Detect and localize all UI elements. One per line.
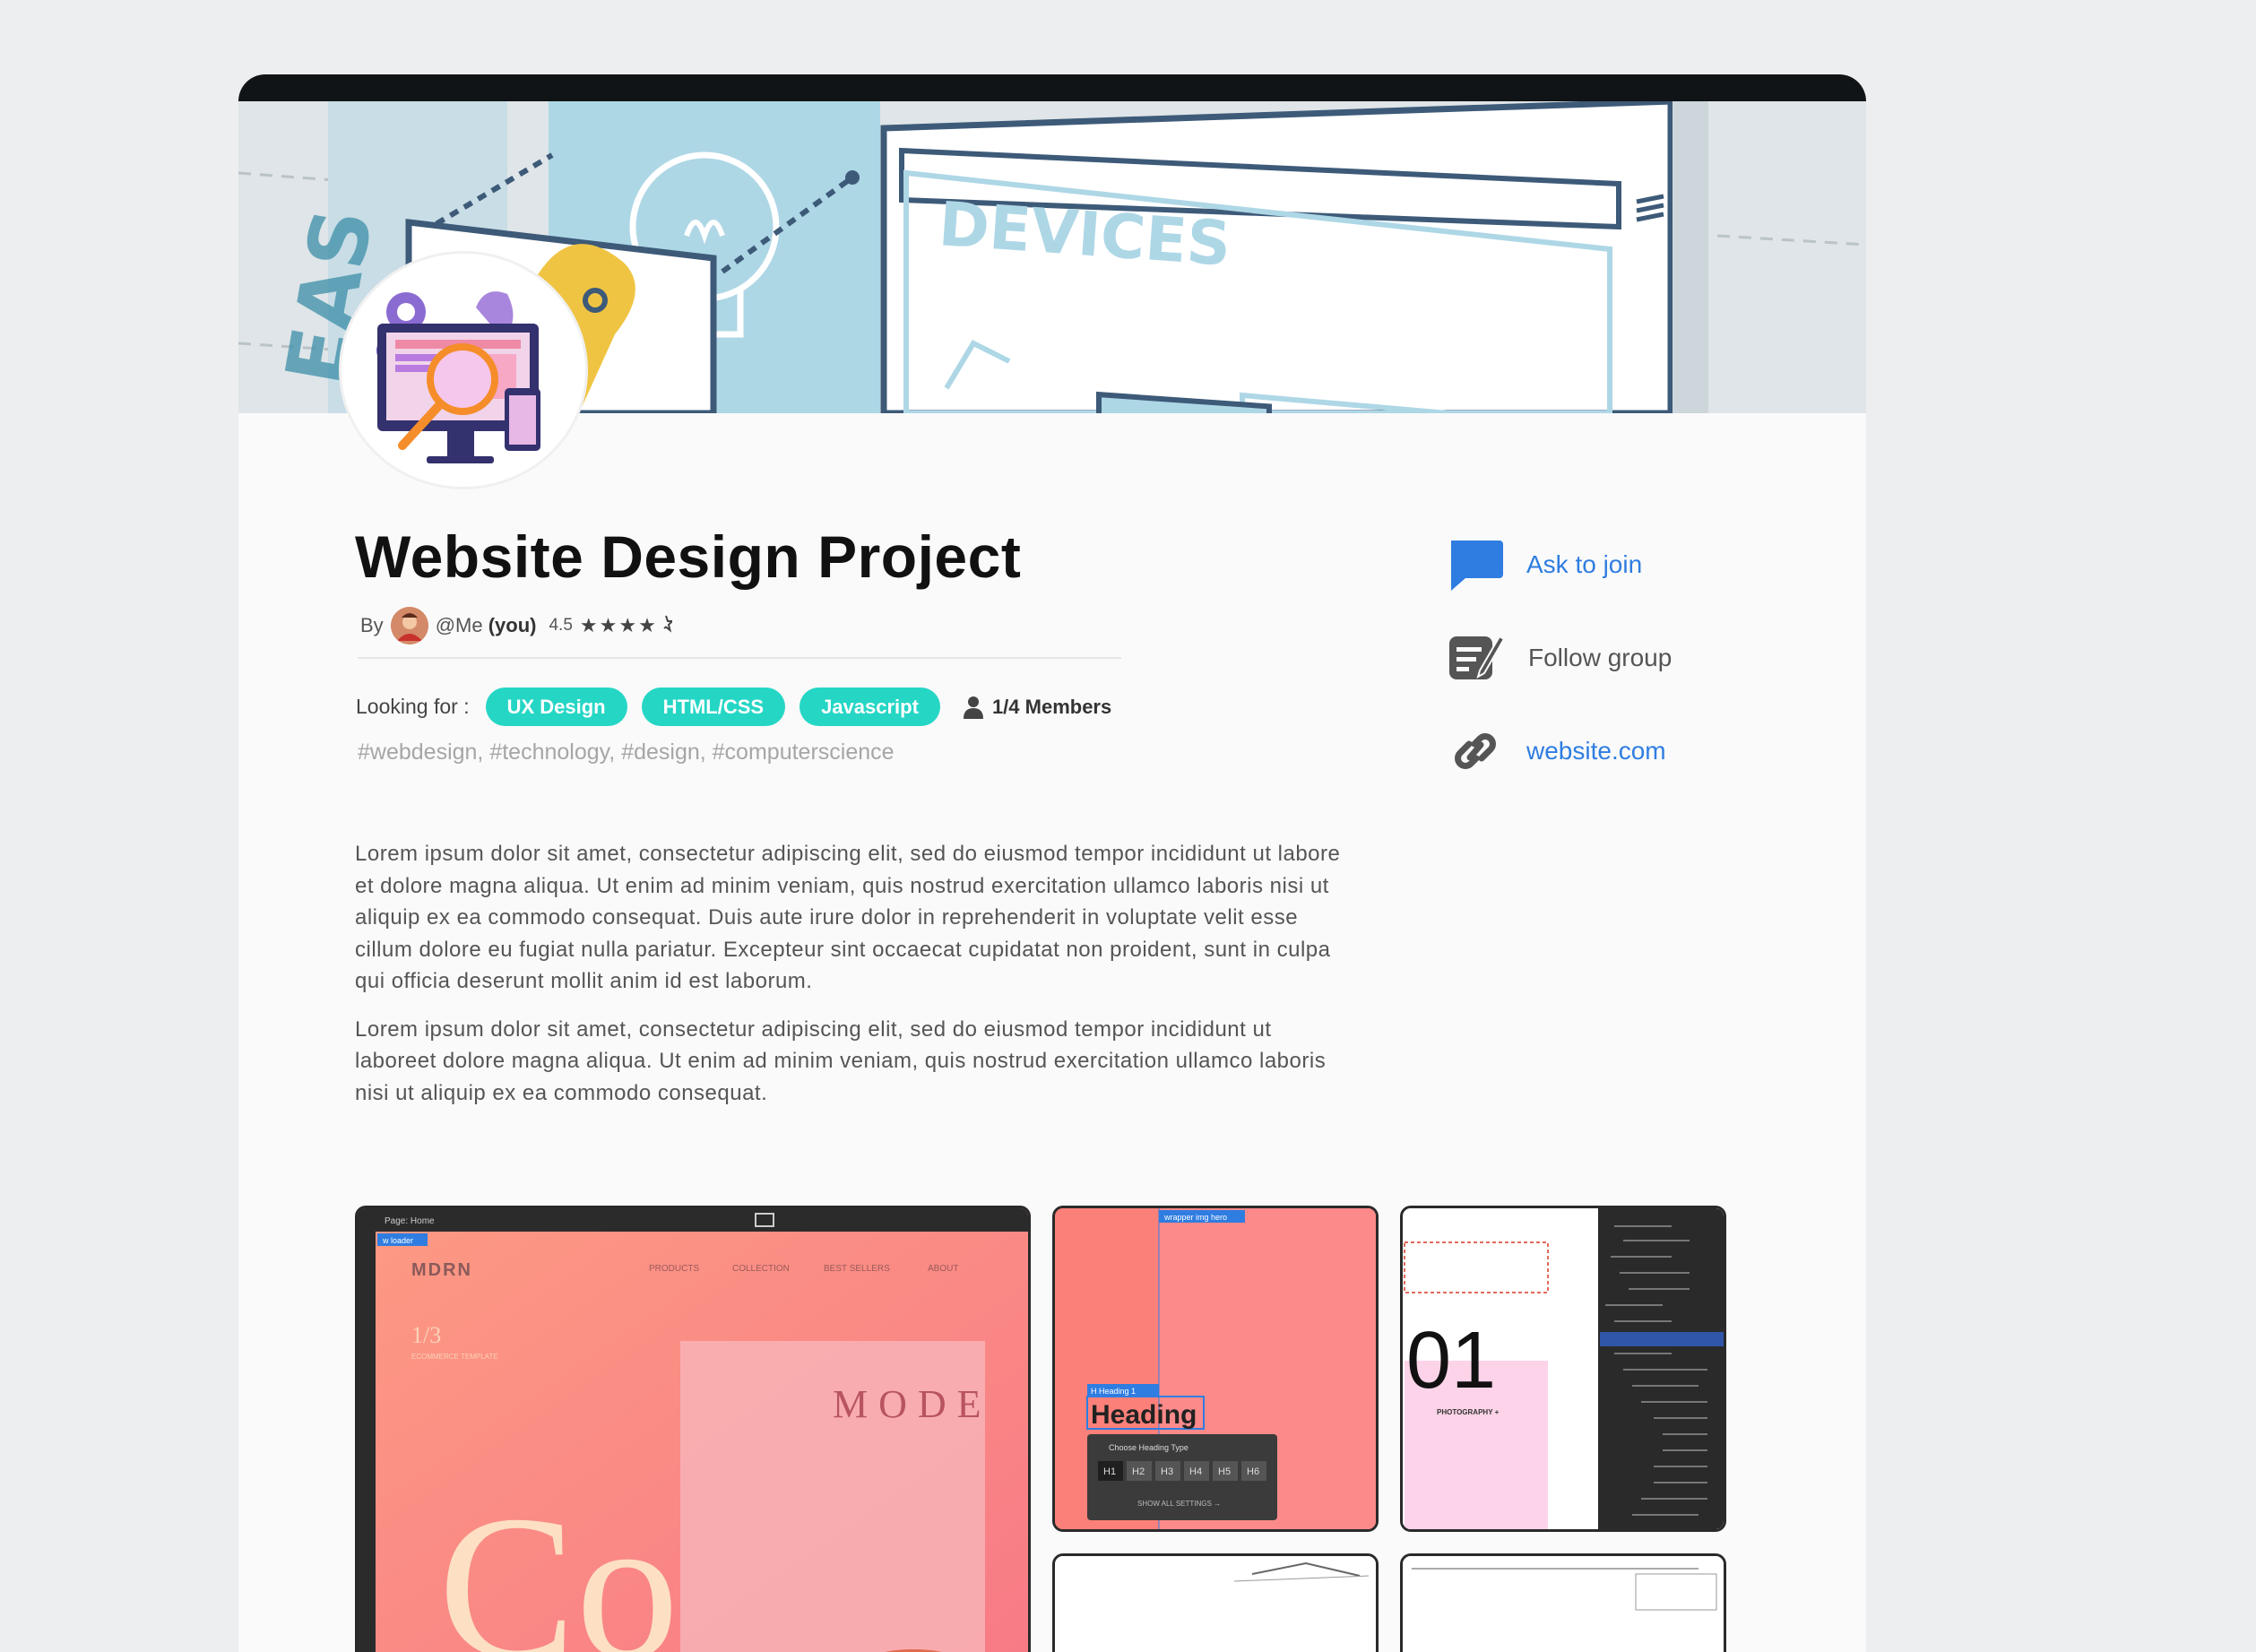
svg-text:MODE: MODE	[833, 1382, 992, 1426]
tag-javascript[interactable]: Javascript	[800, 688, 940, 726]
gallery-image-heading[interactable]: wrapper img hero H Heading 1 Heading Cho…	[1052, 1206, 1379, 1532]
group-avatar	[341, 254, 585, 487]
project-card: DEVICES EAS Website Design Project By @M…	[238, 74, 1866, 1652]
tag-ux-design[interactable]: UX Design	[485, 688, 627, 726]
gallery-image-layout[interactable]	[1400, 1553, 1726, 1652]
svg-text:H5: H5	[1218, 1466, 1231, 1477]
person-icon	[963, 696, 983, 719]
link-icon	[1455, 733, 1496, 769]
rating-value: 4.5	[549, 616, 573, 635]
svg-text:H2: H2	[1132, 1466, 1145, 1477]
svg-text:wrapper img hero: wrapper img hero	[1163, 1213, 1227, 1222]
svg-text:H1: H1	[1103, 1466, 1116, 1477]
svg-text:Co: Co	[438, 1473, 679, 1652]
meta-divider	[358, 657, 1121, 659]
author-handle[interactable]: @Me (you)	[436, 614, 537, 637]
rating-stars: ★★★★	[580, 614, 675, 637]
computer-analytics-illustration	[349, 255, 578, 485]
svg-text:1/3: 1/3	[411, 1322, 441, 1348]
gallery-image-main[interactable]: Page: Home w loader MDRN PRODUCTS COLLEC…	[355, 1206, 1031, 1652]
author-avatar[interactable]	[390, 607, 428, 644]
byline: By @Me (you) 4.5 ★★★★	[360, 606, 675, 645]
follow-group-button[interactable]: Follow group	[1448, 633, 1672, 683]
svg-text:PHOTOGRAPHY +: PHOTOGRAPHY +	[1437, 1408, 1500, 1416]
svg-text:w loader: w loader	[382, 1236, 413, 1245]
webflow-editor-screenshot: Page: Home w loader MDRN PRODUCTS COLLEC…	[358, 1208, 1028, 1652]
half-star-icon	[663, 615, 675, 633]
svg-text:COLLECTION: COLLECTION	[732, 1264, 790, 1274]
window-top-bar	[238, 74, 1866, 101]
svg-text:H6: H6	[1247, 1466, 1259, 1477]
looking-for-label: Looking for :	[356, 695, 470, 718]
chat-bubble-icon	[1451, 541, 1503, 591]
svg-text:ECOMMERCE TEMPLATE: ECOMMERCE TEMPLATE	[411, 1353, 498, 1361]
heading-editor-screenshot: wrapper img hero H Heading 1 Heading Cho…	[1055, 1208, 1376, 1529]
svg-text:H4: H4	[1189, 1466, 1202, 1477]
looking-for-row: Looking for : UX Design HTML/CSS Javascr…	[356, 688, 1111, 726]
svg-text:BEST SELLERS: BEST SELLERS	[824, 1264, 890, 1274]
project-description: Lorem ipsum dolor sit amet, consectetur …	[355, 838, 1350, 1125]
svg-text:MDRN: MDRN	[411, 1260, 472, 1280]
layout-screenshot	[1403, 1556, 1724, 1652]
hashtags: #webdesign, #technology, #design, #compu…	[358, 740, 895, 765]
gallery-image-sketch[interactable]	[1052, 1553, 1379, 1652]
project-title: Website Design Project	[355, 523, 1022, 590]
gallery-image-photography[interactable]: 01 PHOTOGRAPHY +	[1400, 1206, 1726, 1532]
by-label: By	[360, 614, 384, 636]
svg-text:Page: Home: Page: Home	[385, 1216, 435, 1226]
svg-text:Choose Heading Type: Choose Heading Type	[1109, 1443, 1189, 1452]
svg-text:H Heading 1: H Heading 1	[1091, 1387, 1136, 1396]
navigator-panel-screenshot: 01 PHOTOGRAPHY +	[1403, 1208, 1724, 1529]
svg-text:PRODUCTS: PRODUCTS	[649, 1264, 699, 1274]
description-paragraph-1: Lorem ipsum dolor sit amet, consectetur …	[355, 842, 1341, 993]
website-link[interactable]: website.com	[1448, 726, 1666, 776]
svg-text:ABOUT: ABOUT	[928, 1264, 958, 1274]
description-paragraph-2: Lorem ipsum dolor sit amet, consectetur …	[355, 1016, 1327, 1105]
note-edit-icon	[1449, 635, 1505, 679]
wireframe-sketch-screenshot	[1055, 1556, 1376, 1652]
svg-text:01: 01	[1406, 1316, 1496, 1405]
svg-text:Heading: Heading	[1091, 1400, 1197, 1430]
svg-text:H3: H3	[1161, 1466, 1173, 1477]
members-count: 1/4 Members	[963, 696, 1111, 719]
ask-to-join-button[interactable]: Ask to join	[1448, 539, 1642, 591]
svg-text:SHOW ALL SETTINGS →: SHOW ALL SETTINGS →	[1137, 1500, 1221, 1508]
tag-html-css[interactable]: HTML/CSS	[641, 688, 786, 726]
